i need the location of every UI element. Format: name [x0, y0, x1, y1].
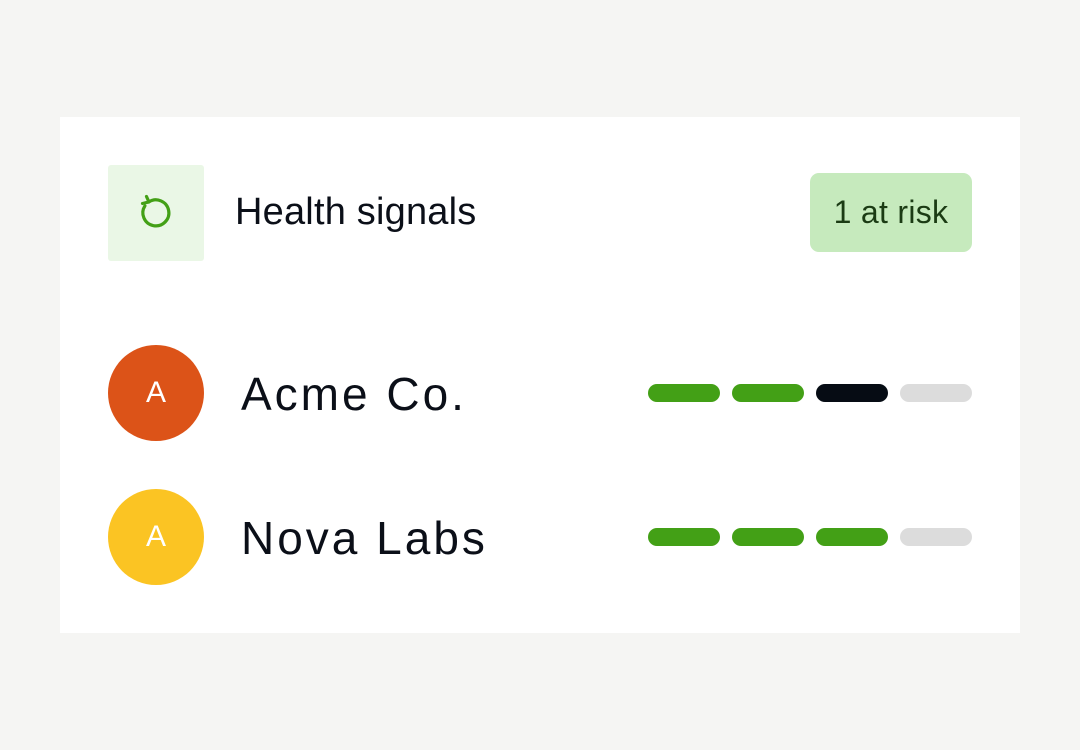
at-risk-badge: 1 at risk [810, 173, 972, 252]
signal-bar [900, 528, 972, 546]
account-row[interactable]: A Nova Labs [108, 489, 972, 585]
refresh-icon [140, 194, 171, 228]
refresh-icon-button[interactable] [108, 165, 204, 261]
signal-bars [648, 384, 972, 402]
signal-bar [816, 384, 888, 402]
signal-bar [648, 528, 720, 546]
signal-bar [732, 528, 804, 546]
health-signals-card: Health signals 1 at risk A Acme Co. A No… [60, 117, 1020, 633]
signal-bars [648, 528, 972, 546]
card-title: Health signals [235, 191, 477, 233]
signal-bar [900, 384, 972, 402]
avatar: A [108, 345, 204, 441]
account-name: Acme Co. [241, 368, 467, 420]
signal-bar [816, 528, 888, 546]
avatar: A [108, 489, 204, 585]
signal-bar [648, 384, 720, 402]
signal-bar [732, 384, 804, 402]
account-row[interactable]: A Acme Co. [108, 345, 972, 441]
account-name: Nova Labs [241, 512, 488, 564]
